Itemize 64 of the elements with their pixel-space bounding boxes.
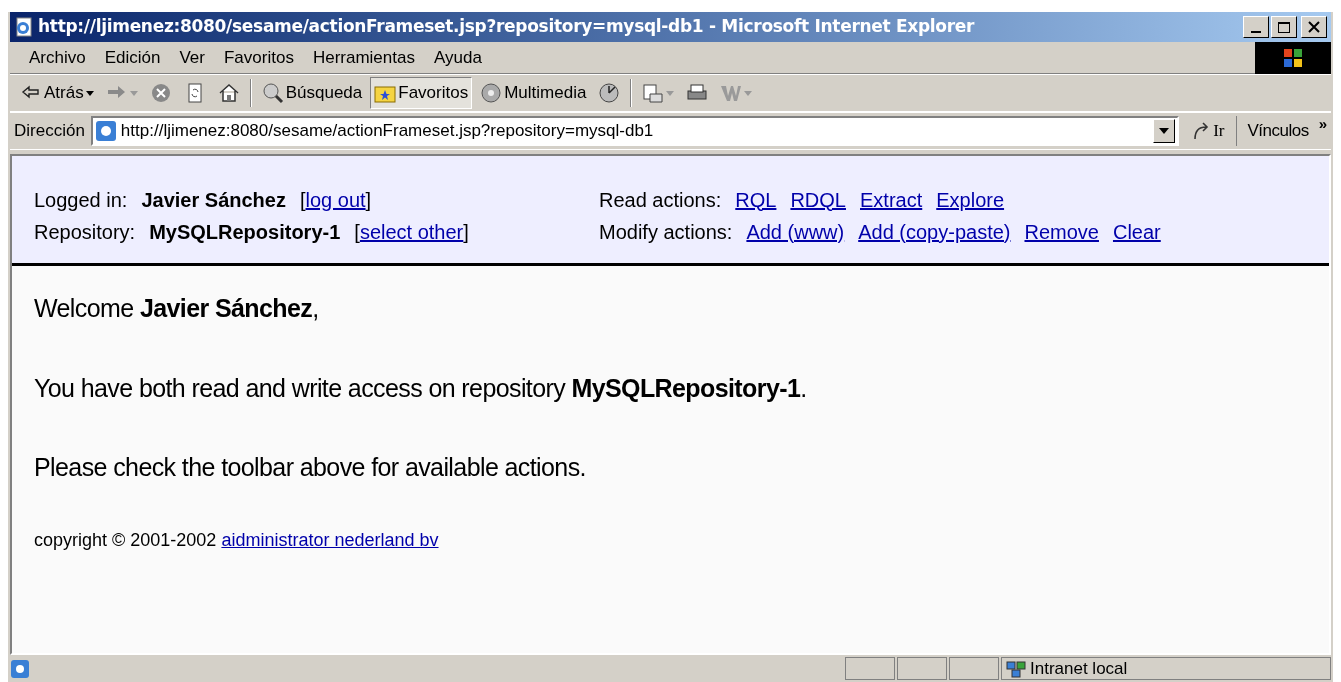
value-text: Javier Sánchez xyxy=(141,187,286,213)
caret-icon xyxy=(129,90,138,96)
media-button[interactable]: Multimedia xyxy=(476,77,591,109)
close-icon xyxy=(1308,21,1320,33)
network-icon xyxy=(1006,659,1026,678)
links-button[interactable]: Vínculos xyxy=(1243,118,1313,144)
action-link[interactable]: Clear xyxy=(1112,215,1161,248)
address-field[interactable]: http://ljimenez:8080/sesame/actionFrameset.jsp?repository=mysql-db1 xyxy=(90,116,1180,146)
status-panel xyxy=(949,657,999,680)
action-link[interactable]: RDQL xyxy=(790,183,846,216)
page-icon xyxy=(94,120,117,142)
company-link[interactable]: aidministrator nederland bv xyxy=(221,529,439,550)
action-link[interactable]: Remove xyxy=(1024,215,1099,248)
address-label: Dirección xyxy=(14,120,85,143)
label-text: Logged in: xyxy=(34,187,128,213)
clock-icon xyxy=(598,82,621,104)
message-text: Welcome Javier Sánchez, xyxy=(34,293,320,324)
action-link[interactable]: RQL xyxy=(735,183,777,216)
status-panel xyxy=(897,657,947,680)
menu-item[interactable]: Favoritos xyxy=(215,44,303,71)
message-text: Please check the toolbar above for available actions. xyxy=(34,452,587,483)
dropdown-button[interactable] xyxy=(1153,119,1176,143)
close-button[interactable] xyxy=(1301,16,1327,38)
action-link[interactable]: log out xyxy=(305,183,366,216)
action-link[interactable]: Add (copy-paste) xyxy=(858,215,1011,248)
maximize-button[interactable] xyxy=(1271,16,1297,38)
page-icon xyxy=(10,658,30,679)
back-button[interactable]: Atrás xyxy=(16,77,98,109)
bracket-text: [ xyxy=(354,219,360,245)
copyright-text: copyright © 2001-2002 xyxy=(34,529,217,550)
caret-icon xyxy=(744,90,753,96)
stop-icon xyxy=(149,82,172,104)
minimize-button[interactable] xyxy=(1243,16,1269,38)
label-text: Read actions: xyxy=(599,187,722,213)
action-link[interactable]: Extract xyxy=(860,183,923,216)
menu-item[interactable]: Herramientas xyxy=(303,44,424,71)
action-link[interactable]: Add (www) xyxy=(746,215,845,248)
bracket-text: ] xyxy=(365,187,372,213)
menu-item[interactable]: Edición xyxy=(95,44,170,71)
bracket-text: [ xyxy=(299,187,306,213)
window-title: http://ljimenez:8080/sesame/actionFrameset.jsp?repository=mysql-db1 - Microsoft Internet Explorer xyxy=(38,15,975,39)
status-panel xyxy=(845,657,895,680)
more-button[interactable]: » xyxy=(1318,113,1327,136)
caret-icon xyxy=(1159,128,1170,134)
envelope-page-icon xyxy=(642,82,665,104)
home-icon xyxy=(217,82,240,104)
globe-icon xyxy=(480,82,503,104)
favorites-button[interactable]: Favoritos xyxy=(370,77,473,109)
search-icon xyxy=(261,82,284,104)
bracket-text: ] xyxy=(463,219,469,245)
browser-icon xyxy=(14,17,34,37)
search-button[interactable]: Búsqueda xyxy=(257,77,367,109)
menu-item[interactable]: Ver xyxy=(170,44,214,71)
action-link[interactable]: Explore xyxy=(936,183,1005,216)
zone-label: Intranet local xyxy=(1030,657,1128,680)
label-text: Modify actions: xyxy=(599,219,733,245)
caret-icon xyxy=(666,90,675,96)
message-text: You have both read and write access on repository MySQLRepository-1. xyxy=(34,372,808,404)
menu-item[interactable]: Ayuda xyxy=(424,44,491,71)
value-text: MySQLRepository-1 xyxy=(149,219,341,245)
go-button[interactable]: Ir xyxy=(1185,118,1231,144)
label-text: Repository: xyxy=(34,219,136,245)
caret-icon xyxy=(85,90,94,96)
menu-item[interactable]: Archivo xyxy=(20,44,95,71)
